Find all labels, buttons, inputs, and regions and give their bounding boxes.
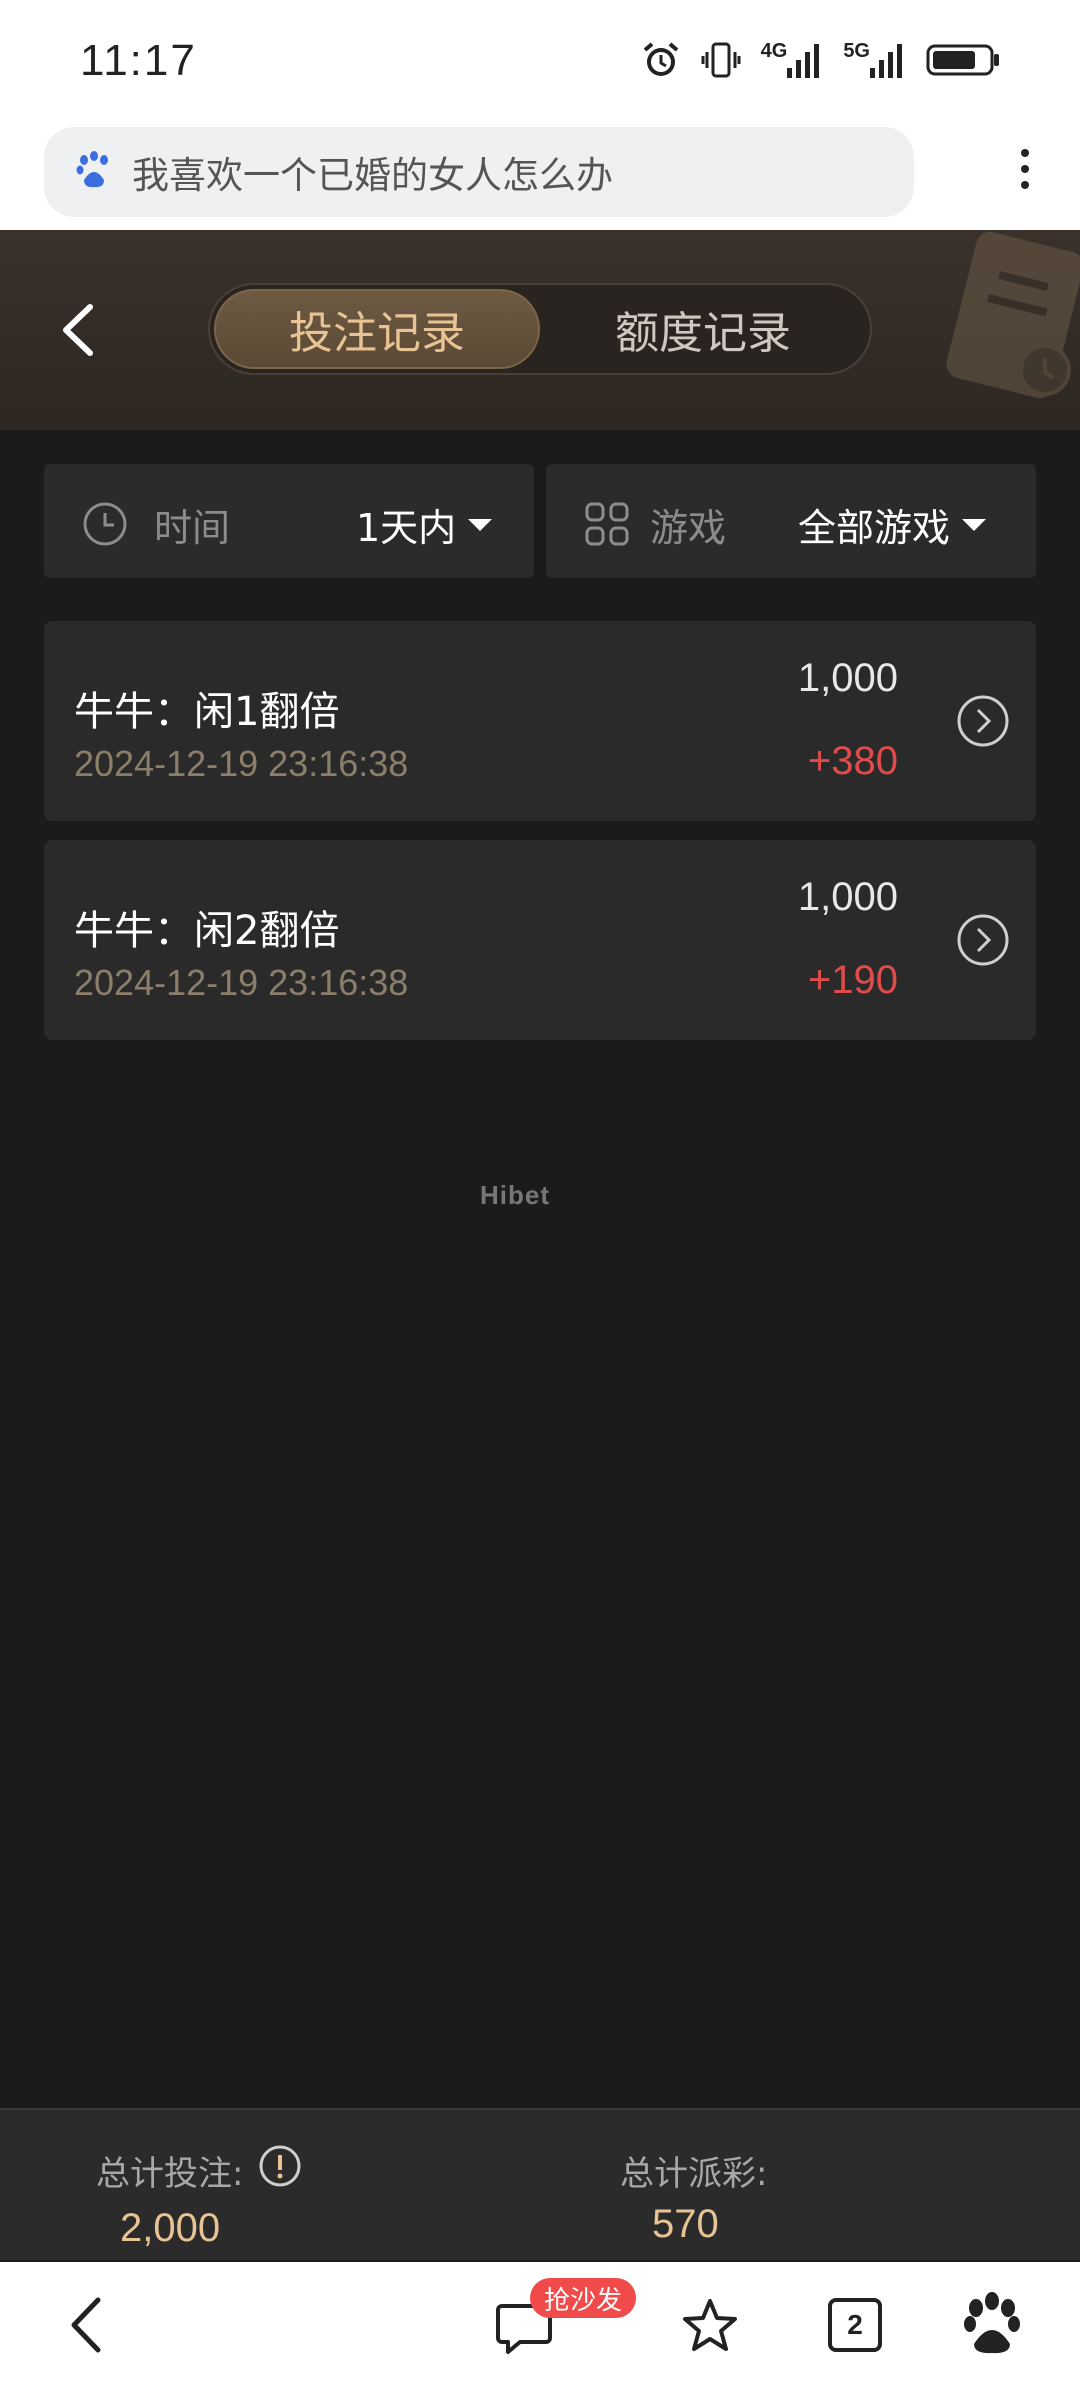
record-time: 2024-12-19 23:16:38	[74, 743, 409, 784]
signal-icon	[870, 44, 902, 78]
alarm-icon	[641, 40, 681, 80]
record-item[interactable]: 牛牛：闲2翻倍 2024-12-19 23:16:38 1,000 +190	[44, 840, 1036, 1040]
more-vertical-icon[interactable]	[1018, 143, 1032, 199]
record-title: 牛牛：闲1翻倍	[74, 689, 340, 735]
network-label: 5G	[843, 40, 870, 62]
app-header: 投注记录 额度记录	[0, 230, 1080, 430]
nav-back-button[interactable]	[62, 2292, 112, 2362]
comment-badge: 抢沙发	[530, 2278, 637, 2318]
time-filter-value: 1天内	[356, 497, 493, 552]
total-payout-label: 总计派彩:	[620, 2154, 768, 2194]
tab-credit-records[interactable]: 额度记录	[540, 289, 866, 369]
game-filter-value: 全部游戏	[798, 497, 987, 552]
battery-icon	[926, 40, 1002, 80]
browser-bar: 我喜欢一个已婚的女人怎么办	[0, 125, 1080, 230]
chevron-right-circle-icon[interactable]	[956, 913, 1010, 967]
total-bet-value: 2,000	[120, 2206, 221, 2250]
game-filter-value-text: 全部游戏	[798, 506, 951, 550]
status-bar: 11:17 4G 5G	[0, 0, 1080, 125]
record-bet-amount: 1,000	[797, 656, 898, 700]
signal-5g: 5G	[843, 40, 906, 80]
status-time: 11:17	[80, 36, 197, 85]
total-bet-label: 总计投注:	[96, 2154, 244, 2194]
signal-icon	[787, 44, 820, 78]
star-icon	[683, 2299, 737, 2351]
game-filter-label: 游戏	[650, 506, 727, 550]
document-icon	[946, 231, 1080, 399]
time-filter-value-text: 1天内	[356, 506, 457, 550]
tab-count: 2	[847, 2309, 863, 2340]
game-filter[interactable]: 游戏 全部游戏	[546, 464, 1036, 578]
vibrate-icon	[701, 40, 741, 80]
status-icons: 4G 5G	[641, 40, 1002, 80]
record-bet-amount: 1,000	[797, 875, 898, 919]
back-button[interactable]	[50, 295, 110, 365]
baidu-icon	[76, 150, 112, 194]
tab-bet-records[interactable]: 投注记录	[214, 289, 540, 369]
watermark-logo: Hibet	[480, 1180, 550, 1210]
caret-down-icon	[468, 518, 493, 531]
record-tabs: 投注记录 额度记录	[208, 283, 872, 375]
grid-icon	[584, 501, 630, 551]
record-item[interactable]: 牛牛：闲1翻倍 2024-12-19 23:16:38 1,000 +380	[44, 621, 1036, 821]
info-icon[interactable]	[258, 2144, 302, 2192]
network-label: 4G	[760, 40, 788, 62]
chevron-left-icon	[71, 2297, 101, 2353]
signal-4g: 4G	[761, 40, 824, 80]
record-win-amount: +190	[807, 958, 898, 1002]
search-input[interactable]: 我喜欢一个已婚的女人怎么办	[44, 127, 914, 217]
bottom-nav: 抢沙发 2	[0, 2262, 1080, 2388]
search-query: 我喜欢一个已婚的女人怎么办	[132, 154, 613, 197]
totals-bar: 总计投注: 2,000 总计派彩: 570	[0, 2108, 1080, 2260]
record-win-amount: +380	[807, 739, 898, 783]
chevron-left-icon	[63, 304, 93, 356]
record-time: 2024-12-19 23:16:38	[74, 962, 409, 1003]
time-filter-label: 时间	[154, 506, 231, 550]
total-payout-value: 570	[652, 2202, 719, 2246]
baidu-paw-icon	[964, 2292, 1020, 2354]
time-filter[interactable]: 时间 1天内	[44, 464, 534, 578]
record-title: 牛牛：闲2翻倍	[74, 908, 340, 954]
caret-down-icon	[962, 518, 987, 531]
chevron-right-circle-icon[interactable]	[956, 694, 1010, 748]
clock-icon	[82, 501, 128, 551]
favorite-button[interactable]	[680, 2296, 740, 2360]
tabs-button[interactable]: 2	[828, 2298, 882, 2352]
baidu-home-button[interactable]	[964, 2292, 1020, 2360]
